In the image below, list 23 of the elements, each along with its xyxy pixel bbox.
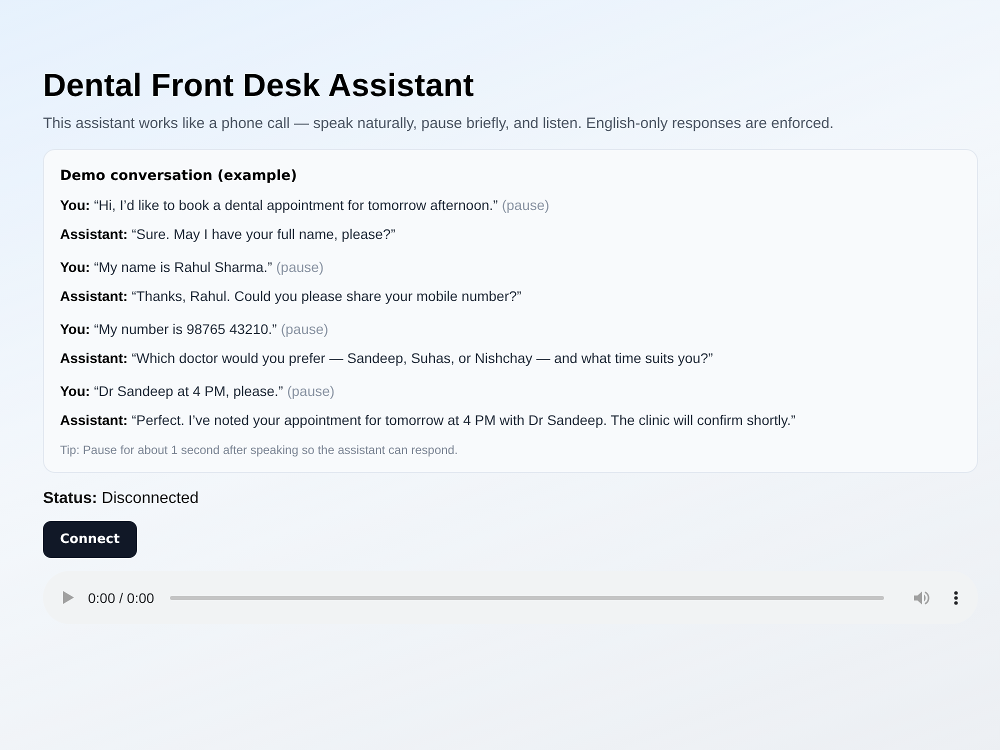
seek-bar[interactable] [170, 596, 884, 600]
time-display: 0:00 / 0:00 [88, 590, 154, 606]
dialogue-line: Assistant: “Which doctor would you prefer — Sandeep, Suhas, or Nishchay — and what time suits you?” [60, 349, 713, 368]
volume-icon[interactable] [914, 590, 930, 604]
card-heading: Demo conversation (example) [60, 167, 298, 186]
dialogue-line: You: “Dr Sandeep at 4 PM, please.” [60, 382, 284, 401]
pause-note: (pause) [287, 382, 335, 401]
dialogue-line: Assistant: “Perfect. I’ve noted your appointment for tomorrow at 4 PM with Dr Sandeep. The clinic will confirm shortly.” [60, 411, 796, 430]
pause-note: (pause) [502, 196, 550, 215]
pause-note: (pause) [276, 258, 324, 277]
dialogue-line: Assistant: “Sure. May I have your full name, please?” [60, 225, 396, 244]
connect-button[interactable]: Connect [43, 521, 137, 558]
page-subtitle: This assistant works like a phone call — speak naturally, pause briefly, and listen. English-only responses are enforced. [43, 114, 834, 134]
play-icon[interactable] [63, 591, 74, 604]
dialogue-line: You: “My number is 98765 43210.” [60, 320, 277, 339]
status-text: Status: Disconnected [43, 489, 199, 509]
dialogue-line: Assistant: “Thanks, Rahul. Could you please share your mobile number?” [60, 287, 522, 306]
more-options-icon[interactable] [954, 590, 958, 604]
tip-text: Tip: Pause for about 1 second after speaking so the assistant can respond. [60, 442, 458, 458]
pause-note: (pause) [280, 320, 328, 339]
dialogue-line: You: “My name is Rahul Sharma.” [60, 258, 272, 277]
dialogue-line: You: “Hi, I’d like to book a dental appointment for tomorrow afternoon.” [60, 196, 498, 215]
page-title: Dental Front Desk Assistant [43, 66, 474, 105]
